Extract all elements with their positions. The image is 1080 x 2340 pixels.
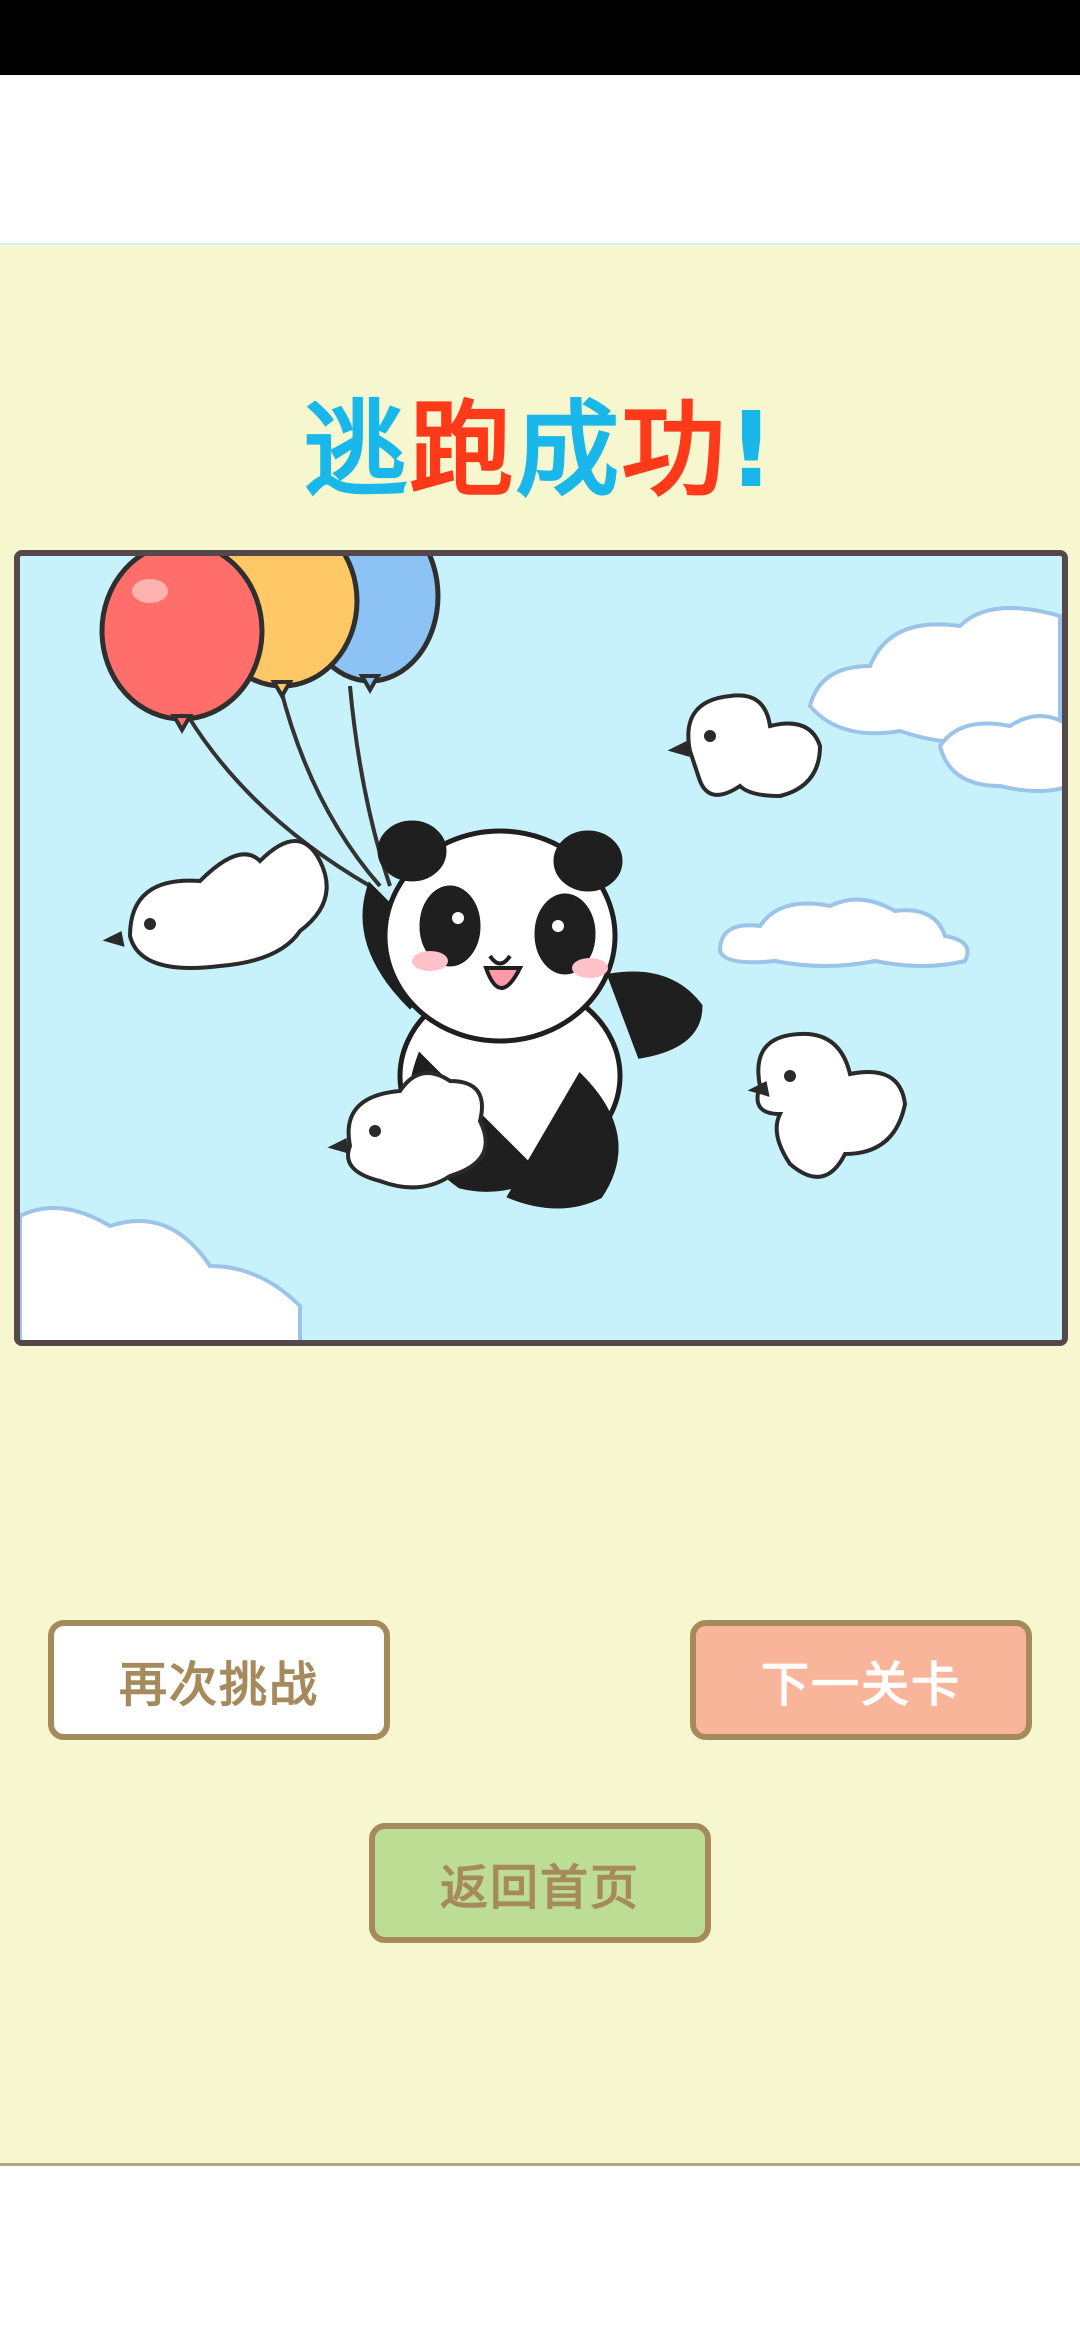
next-level-button[interactable]: 下一关卡 bbox=[690, 1620, 1032, 1740]
bottom-blank-area bbox=[0, 2166, 1080, 2340]
retry-button[interactable]: 再次挑战 bbox=[48, 1620, 390, 1740]
next-level-button-label: 下一关卡 bbox=[760, 1657, 961, 1713]
bird-icon bbox=[747, 1031, 908, 1179]
result-title: 逃跑成功! bbox=[0, 390, 1080, 510]
bird-icon bbox=[667, 693, 823, 799]
title-char: 逃 bbox=[303, 389, 410, 511]
home-button-label: 返回首页 bbox=[439, 1860, 640, 1916]
retry-button-label: 再次挑战 bbox=[118, 1657, 319, 1713]
bird-icon bbox=[327, 1071, 488, 1190]
balloon-icon bbox=[99, 556, 265, 735]
top-blank-area bbox=[0, 75, 1080, 243]
title-char: ! bbox=[727, 389, 777, 511]
cloud-icon bbox=[807, 606, 1062, 793]
title-char: 成 bbox=[515, 389, 622, 511]
bird-icon bbox=[102, 839, 329, 970]
cloud-icon bbox=[20, 1206, 302, 1340]
success-illustration bbox=[14, 550, 1068, 1346]
cloud-icon bbox=[717, 897, 970, 968]
home-button[interactable]: 返回首页 bbox=[369, 1823, 711, 1943]
status-bar bbox=[0, 0, 1080, 75]
panda-with-balloons-and-birds-icon bbox=[20, 556, 1062, 1340]
title-char: 功 bbox=[621, 389, 728, 511]
title-char: 跑 bbox=[409, 389, 516, 511]
